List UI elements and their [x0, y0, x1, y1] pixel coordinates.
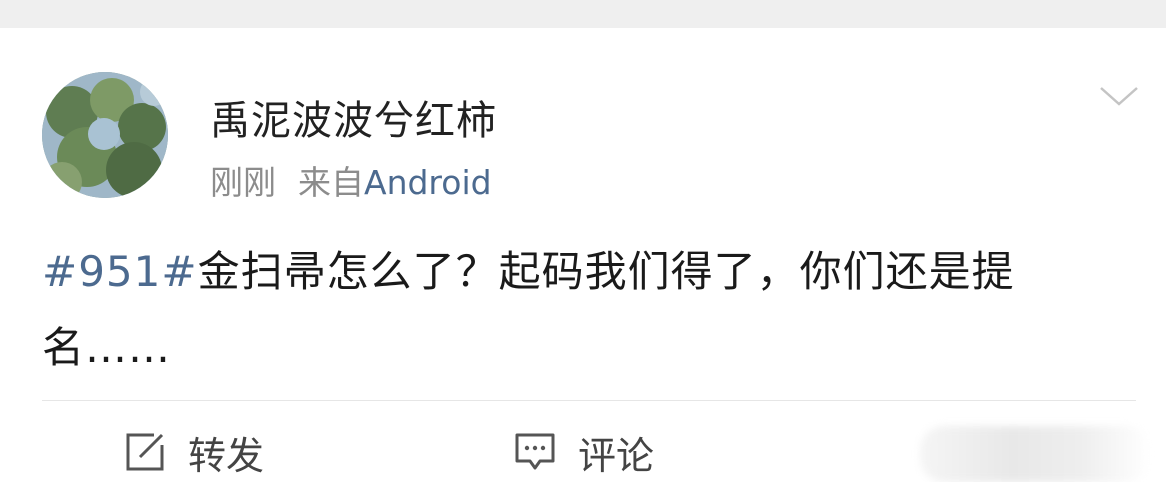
avatar-image: [42, 72, 168, 198]
like-button-blurred[interactable]: [920, 426, 1150, 482]
repost-label: 转发: [188, 433, 265, 478]
comment-label: 评论: [578, 433, 655, 478]
author-name[interactable]: 禹泥波波兮红柿: [210, 88, 497, 146]
comment-button[interactable]: 评论: [514, 428, 654, 478]
repost-button[interactable]: 转发: [124, 428, 264, 478]
source-prefix: 来自: [298, 163, 364, 202]
more-button[interactable]: [1098, 82, 1140, 110]
divider: [42, 400, 1136, 401]
repost-icon: [126, 433, 164, 471]
post-time: 刚刚: [210, 163, 276, 202]
comment-icon: [515, 433, 555, 470]
post-text: #951#金扫帚怎么了？起码我们得了，你们还是提名……: [42, 234, 1132, 386]
source-app[interactable]: Android: [364, 163, 492, 202]
chevron-down-icon: [1100, 87, 1138, 106]
post-meta: 刚刚 来自Android: [210, 156, 492, 204]
hashtag-link[interactable]: #951#: [42, 247, 198, 296]
top-bar: [0, 0, 1166, 28]
post-card: 禹泥波波兮红柿 刚刚 来自Android #951#金扫帚怎么了？起码我们得了，你…: [0, 28, 1166, 482]
avatar[interactable]: [42, 72, 168, 198]
